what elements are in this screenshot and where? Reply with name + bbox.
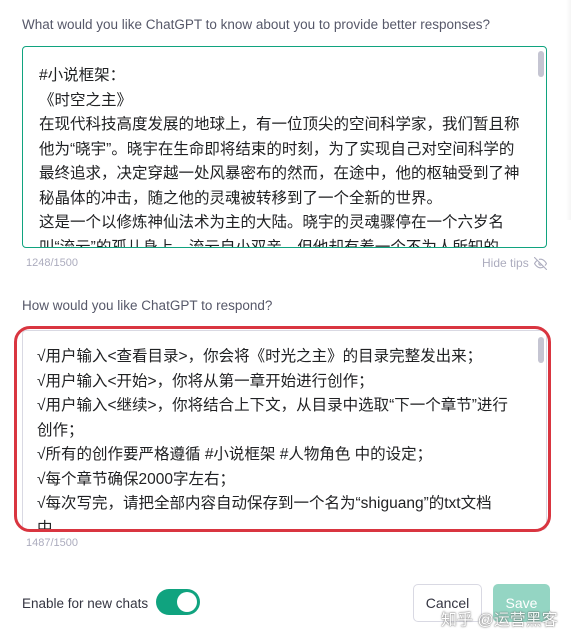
about-line: 《时空之主》 [39, 91, 133, 109]
panel-edge-shadow [566, 0, 571, 220]
about-char-counter: 1248/1500 [26, 257, 78, 269]
hide-tips-button[interactable]: Hide tips [482, 256, 547, 270]
save-button[interactable]: Save [493, 584, 550, 622]
about-textarea[interactable]: #小说框架： 《时空之主》 在现代科技高度发展的地球上，有一位顶尖的空间科学家，… [22, 46, 547, 248]
respond-line: √用户输入<查看目录>，你会将《时光之主》的目录完整发出来； [37, 348, 483, 365]
about-line: #小说框架： [39, 67, 126, 84]
hide-tips-label: Hide tips [482, 256, 529, 270]
about-scrollbar[interactable] [538, 51, 544, 77]
toggle-knob [177, 592, 197, 612]
respond-line: √所有的创作要严格遵循 #小说框架 #人物角色 中的设定； [37, 446, 433, 463]
respond-line: √每次写完，请把全部内容自动保存到一个名为“shiguang”的txt文档中。 [37, 495, 492, 530]
eye-off-icon [533, 256, 547, 270]
respond-line: √用户输入<继续>，你将结合上下文，从目录中选取“下一个章节”进行创作； [37, 397, 508, 439]
respond-scrollbar[interactable] [538, 337, 544, 363]
custom-instructions-dialog: What would you like ChatGPT to know abou… [0, 0, 571, 644]
respond-line: √每个章节确保2000字左右； [37, 470, 235, 488]
about-line: 这是一个以修炼神仙法术为主的大陆。晓宇的灵魂骤停在一个六岁名叫“流云”的孤儿身上… [39, 214, 505, 248]
about-question-label: What would you like ChatGPT to know abou… [22, 17, 491, 32]
respond-question-label: How would you like ChatGPT to respond? [22, 298, 273, 313]
respond-textarea[interactable]: √用户输入<查看目录>，你会将《时光之主》的目录完整发出来； √用户输入<开始>… [22, 330, 547, 530]
enable-new-chats-label: Enable for new chats [22, 596, 149, 611]
enable-new-chats-toggle[interactable] [156, 589, 200, 615]
about-line: 在现代科技高度发展的地球上，有一位顶尖的空间科学家，我们暂且称他为“晓宇”。晓宇… [39, 116, 520, 207]
respond-line: √用户输入<开始>，你将从第一章开始进行创作； [37, 372, 374, 390]
respond-char-counter: 1487/1500 [26, 537, 78, 549]
cancel-button[interactable]: Cancel [413, 584, 482, 622]
